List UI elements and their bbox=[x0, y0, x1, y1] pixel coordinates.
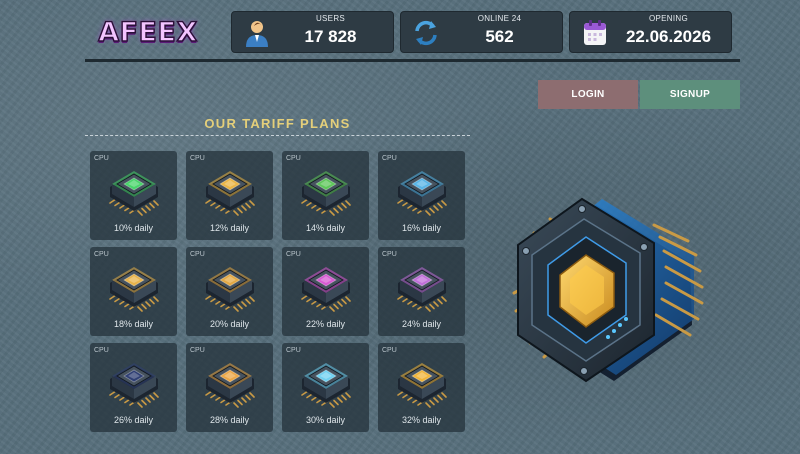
plan-card[interactable]: CPU 12% daily bbox=[186, 151, 273, 240]
plan-cpu-label: CPU bbox=[286, 347, 301, 354]
plan-cpu-label: CPU bbox=[382, 347, 397, 354]
plan-card[interactable]: CPU 32% daily bbox=[378, 343, 465, 432]
logo-text: AFEEX bbox=[97, 16, 198, 49]
stat-online: ONLINE 24 562 bbox=[400, 11, 563, 53]
plan-cpu-label: CPU bbox=[94, 155, 109, 162]
plan-rate: 22% daily bbox=[305, 319, 346, 329]
plan-rate: 28% daily bbox=[209, 415, 250, 425]
plan-rate: 12% daily bbox=[209, 223, 250, 233]
plan-cpu-label: CPU bbox=[94, 251, 109, 258]
stat-opening: OPENING 22.06.2026 bbox=[569, 11, 732, 53]
stat-online-value: 562 bbox=[485, 27, 514, 46]
plan-cpu-label: CPU bbox=[286, 155, 301, 162]
plan-cpu-label: CPU bbox=[190, 347, 205, 354]
plan-cpu-label: CPU bbox=[286, 251, 301, 258]
section-title: OUR TARIFF PLANS bbox=[204, 116, 351, 131]
cpu-chip-icon bbox=[396, 171, 447, 216]
plan-rate: 30% daily bbox=[305, 415, 346, 425]
tariff-plans-grid: CPU 10% daily CPU 12% daily CPU 14% daily C… bbox=[90, 151, 465, 432]
stat-opening-value: 22.06.2026 bbox=[625, 27, 712, 46]
cpu-chip-icon bbox=[300, 171, 351, 216]
cpu-chip-icon bbox=[204, 171, 255, 216]
plan-card[interactable]: CPU 18% daily bbox=[90, 247, 177, 336]
stat-users-value: 17 828 bbox=[304, 27, 357, 46]
stat-users: USERS 17 828 bbox=[231, 11, 394, 53]
plan-card[interactable]: CPU 28% daily bbox=[186, 343, 273, 432]
plan-card[interactable]: CPU 14% daily bbox=[282, 151, 369, 240]
cpu-chip-icon bbox=[396, 363, 447, 408]
plan-card[interactable]: CPU 30% daily bbox=[282, 343, 369, 432]
plan-cpu-label: CPU bbox=[94, 347, 109, 354]
plan-rate: 20% daily bbox=[209, 319, 250, 329]
plan-cpu-label: CPU bbox=[190, 155, 205, 162]
user-icon bbox=[246, 21, 268, 47]
cpu-chip-icon bbox=[108, 267, 159, 312]
plan-rate: 24% daily bbox=[401, 319, 442, 329]
signup-button[interactable]: SIGNUP bbox=[640, 80, 740, 109]
cpu-chip-icon bbox=[108, 171, 159, 216]
site-logo[interactable]: AFEEX bbox=[92, 12, 204, 52]
plan-card[interactable]: CPU 10% daily bbox=[90, 151, 177, 240]
plan-cpu-label: CPU bbox=[382, 155, 397, 162]
plan-card[interactable]: CPU 26% daily bbox=[90, 343, 177, 432]
refresh-arrows-icon bbox=[415, 20, 437, 46]
cpu-chip-icon bbox=[396, 267, 447, 312]
plan-rate: 26% daily bbox=[113, 415, 154, 425]
header-divider bbox=[85, 59, 740, 62]
plan-cpu-label: CPU bbox=[190, 251, 205, 258]
plan-rate: 14% daily bbox=[305, 223, 346, 233]
login-button[interactable]: LOGIN bbox=[538, 80, 638, 109]
stat-opening-label: OPENING bbox=[649, 14, 688, 23]
cpu-chip-icon bbox=[300, 267, 351, 312]
plan-card[interactable]: CPU 24% daily bbox=[378, 247, 465, 336]
cpu-chip-icon bbox=[204, 267, 255, 312]
stat-online-label: ONLINE 24 bbox=[477, 14, 522, 23]
plan-rate: 10% daily bbox=[113, 223, 154, 233]
stat-users-label: USERS bbox=[315, 14, 346, 23]
plan-rate: 32% daily bbox=[401, 415, 442, 425]
plan-card[interactable]: CPU 20% daily bbox=[186, 247, 273, 336]
plan-rate: 18% daily bbox=[113, 319, 154, 329]
cpu-chip-icon bbox=[300, 363, 351, 408]
calendar-icon bbox=[584, 20, 606, 45]
plan-cpu-label: CPU bbox=[382, 251, 397, 258]
section-title-rule bbox=[85, 135, 470, 136]
cpu-chip-icon bbox=[204, 363, 255, 408]
plan-rate: 16% daily bbox=[401, 223, 442, 233]
processor-illustration-icon bbox=[512, 197, 704, 383]
plan-card[interactable]: CPU 16% daily bbox=[378, 151, 465, 240]
plan-card[interactable]: CPU 22% daily bbox=[282, 247, 369, 336]
cpu-chip-icon bbox=[108, 363, 159, 408]
